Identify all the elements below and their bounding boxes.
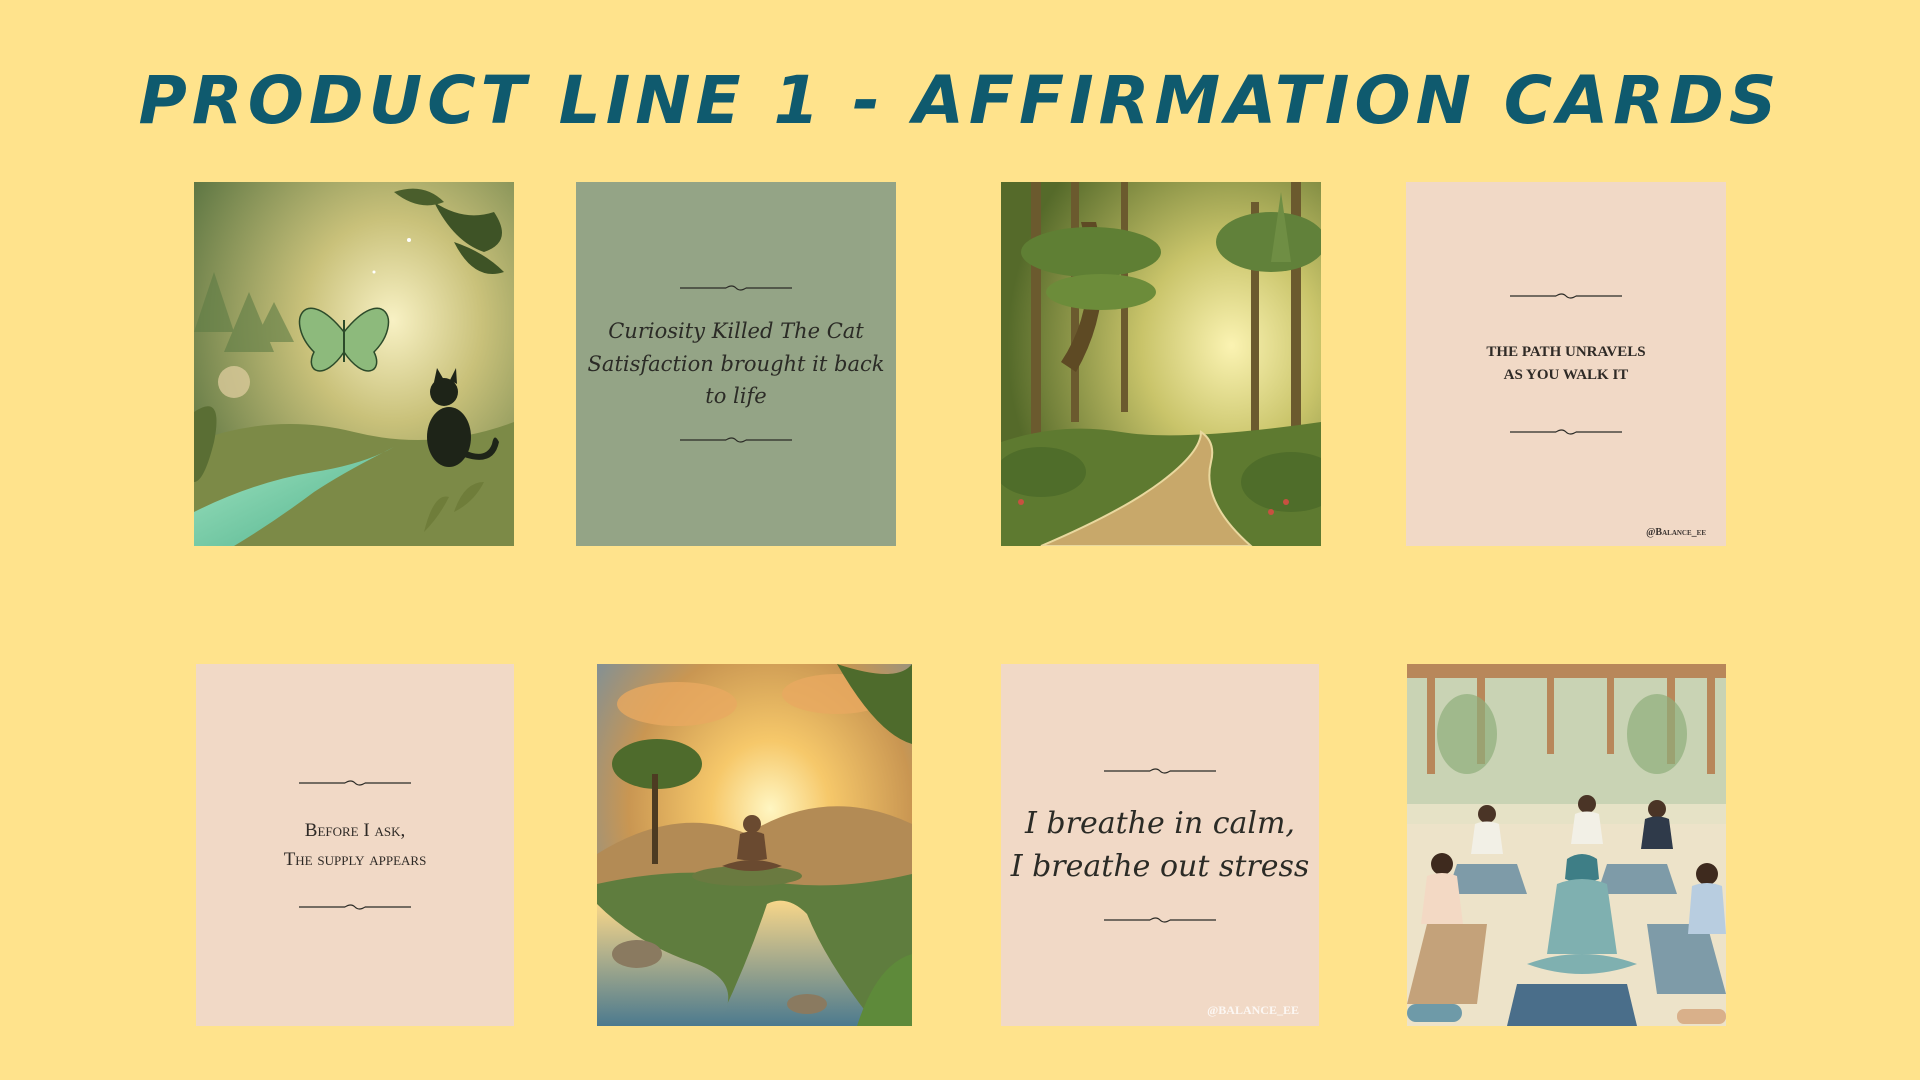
affirmation-text: Curiosity Killed The Cat Satisfaction br… [576,315,896,413]
ornamental-divider-icon [680,437,792,443]
ornamental-divider-icon [680,285,792,291]
ornamental-divider-icon [299,779,411,786]
affirmation-card-image-meditation-sunrise[interactable] [597,664,912,1026]
forest-path-illustration [1001,182,1321,546]
ornamental-divider-icon [1510,293,1622,299]
affirmation-line: The path unravels [1486,343,1646,360]
affirmation-card-image-butterfly-cat[interactable] [194,182,514,546]
brand-handle: @Balance_ee [1646,527,1706,538]
affirmation-card-breathe[interactable]: I breathe in calm, I breathe out stress … [1001,664,1319,1026]
brand-handle: @BALANCE_EE [1207,1003,1299,1017]
butterfly-cat-illustration [194,182,514,546]
affirmation-text: I breathe in calm, I breathe out stress [1011,802,1310,889]
meditation-sunrise-illustration [597,664,912,1026]
ornamental-divider-icon [1104,916,1216,923]
affirmation-line: I breathe in calm, [1025,805,1295,841]
affirmation-card-image-group-yoga[interactable] [1407,664,1726,1026]
affirmation-line: The supply appears [283,849,427,870]
affirmation-line: Satisfaction brought it back to life [587,351,885,409]
ornamental-divider-icon [1510,429,1622,435]
affirmation-line: I breathe out stress [1010,849,1310,884]
affirmation-line: Before I ask, [304,819,406,841]
ornamental-divider-icon [1104,767,1216,774]
affirmation-card-curiosity[interactable]: Curiosity Killed The Cat Satisfaction br… [576,182,896,546]
page-title: Product Line 1 - Affirmation Cards [138,62,1782,139]
affirmation-text: Before I ask, The supply appears [284,816,427,875]
affirmation-line: as you walk it [1503,367,1629,383]
affirmation-line: Curiosity Killed The Cat [608,319,864,344]
group-yoga-illustration [1407,664,1726,1026]
affirmation-text: The path unravels as you walk it [1486,341,1645,388]
affirmation-card-image-forest-path[interactable] [1001,182,1321,546]
affirmation-card-path-unravels[interactable]: The path unravels as you walk it @Balanc… [1406,182,1726,546]
affirmation-card-before-i-ask[interactable]: Before I ask, The supply appears [196,664,514,1026]
ornamental-divider-icon [299,904,411,911]
